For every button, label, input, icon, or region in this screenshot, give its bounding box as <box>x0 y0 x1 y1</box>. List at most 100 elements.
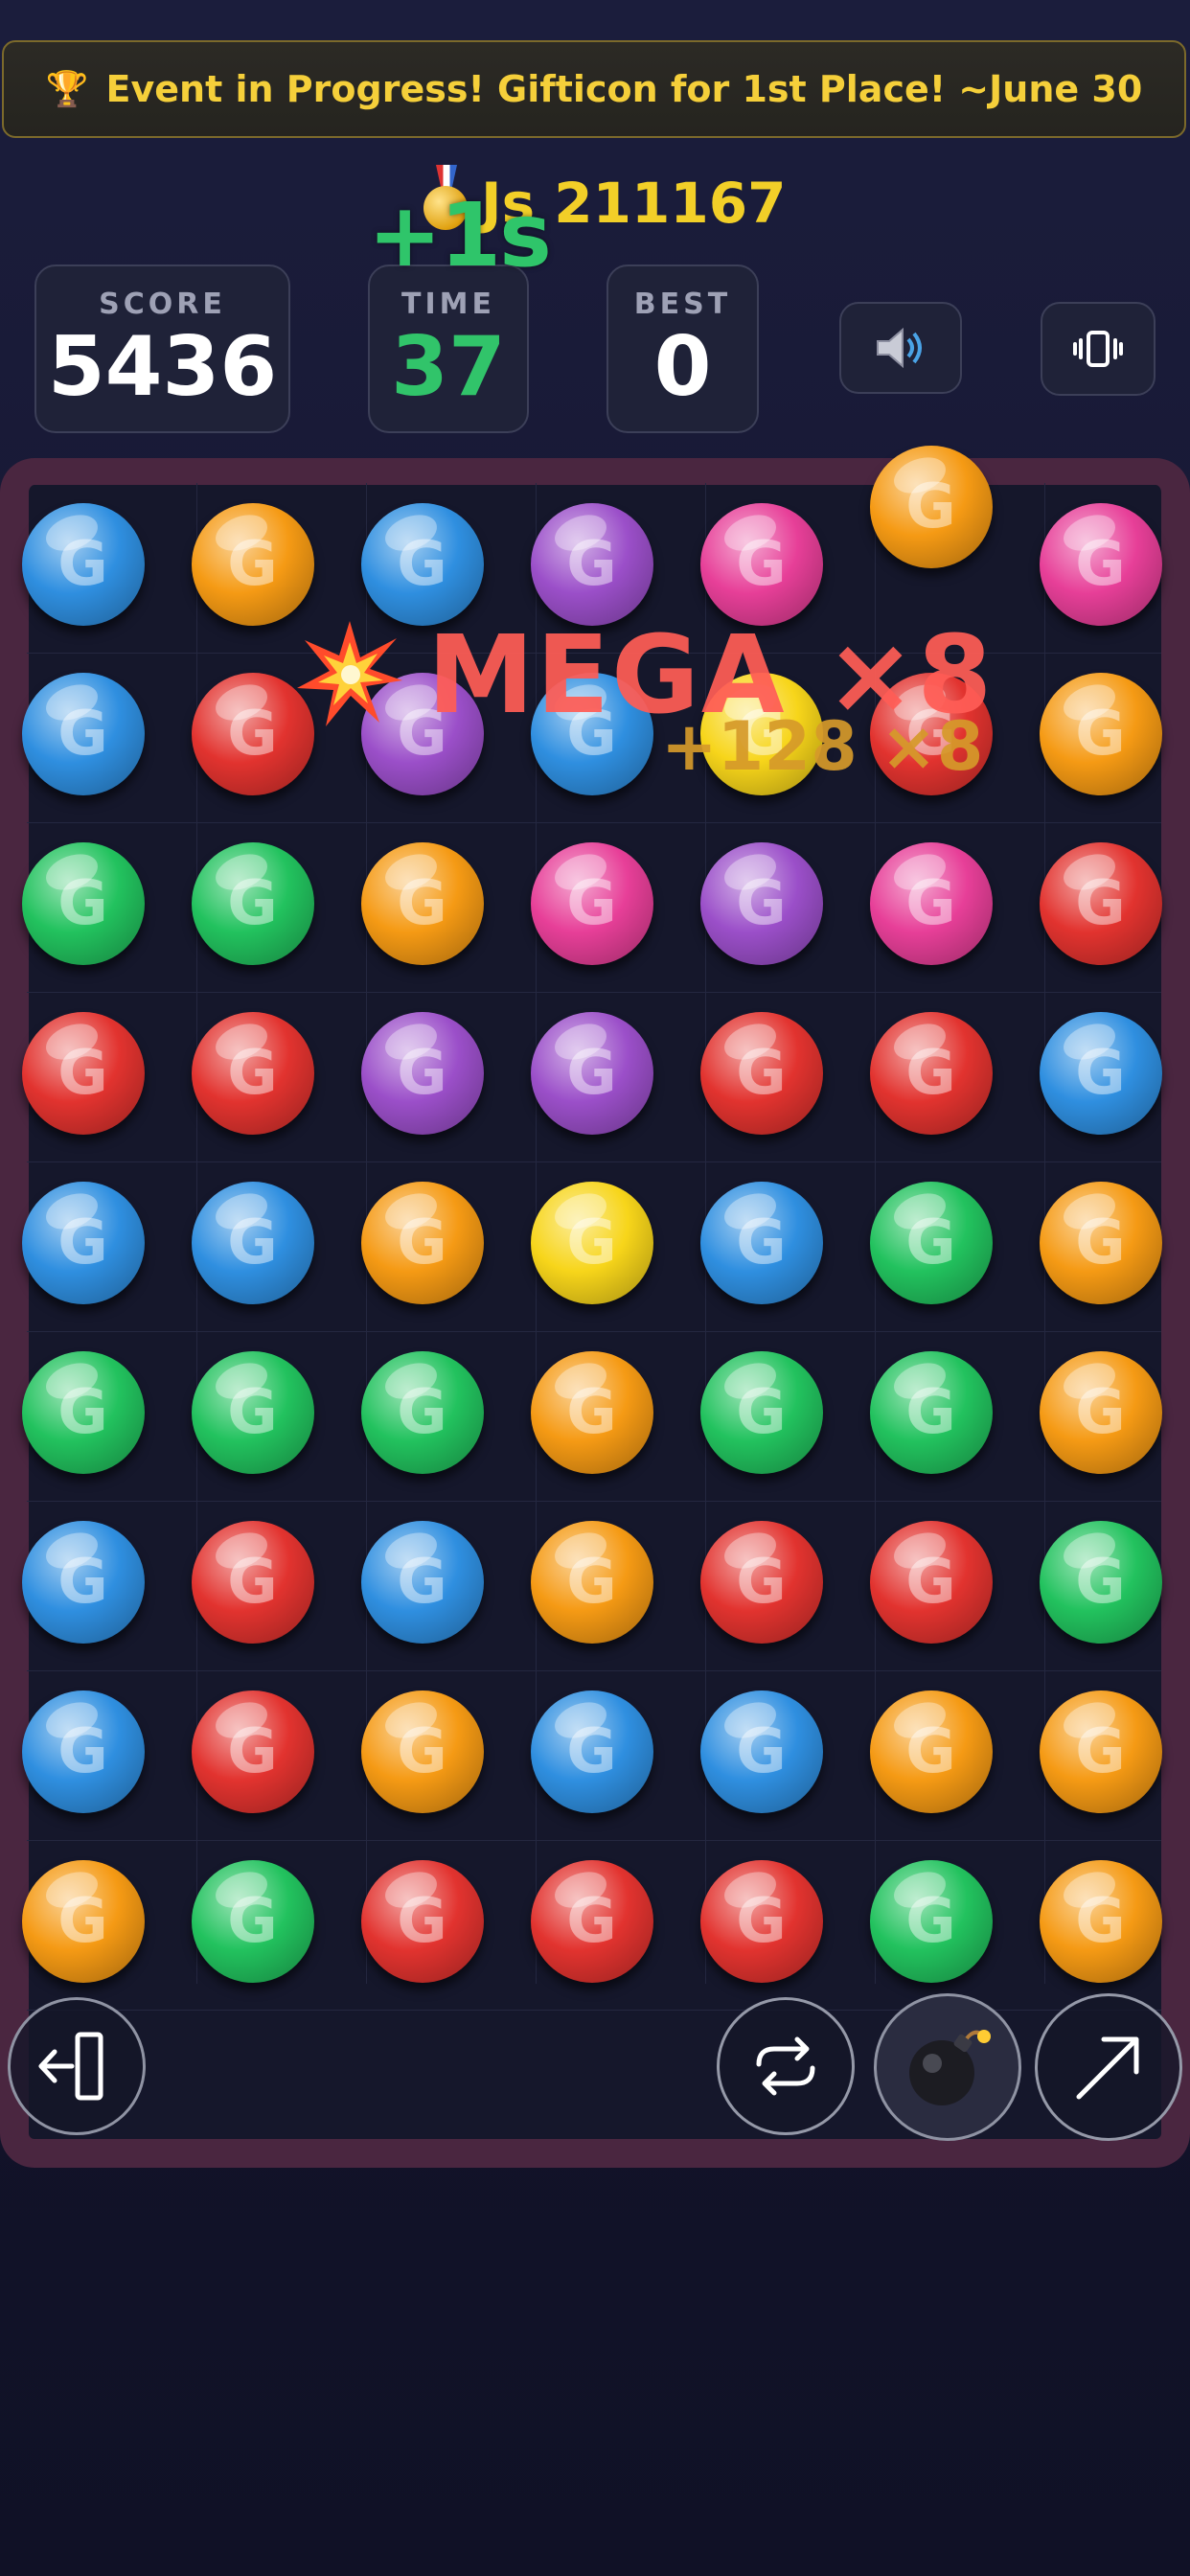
gem-blue[interactable]: G <box>360 1520 484 1644</box>
gem-red[interactable]: G <box>360 1859 484 1983</box>
gem-red[interactable]: G <box>21 1011 145 1135</box>
gem-symbol: G <box>227 1037 278 1109</box>
bomb-button[interactable] <box>874 1993 1021 2141</box>
gem-symbol: G <box>905 1546 956 1618</box>
gem-symbol: G <box>227 1207 278 1278</box>
gem-green[interactable]: G <box>21 841 145 965</box>
gem-green[interactable]: G <box>360 1350 484 1474</box>
gem-symbol: G <box>57 1715 108 1787</box>
gem-symbol: G <box>397 528 447 600</box>
gem-symbol: G <box>1075 1546 1126 1618</box>
gem-orange[interactable]: G <box>360 1181 484 1304</box>
best-value: 0 <box>653 319 712 415</box>
gem-blue[interactable]: G <box>360 502 484 626</box>
gem-blue[interactable]: G <box>21 672 145 795</box>
gem-symbol: G <box>736 1207 787 1278</box>
gem-red[interactable]: G <box>1039 841 1162 965</box>
gem-symbol: G <box>1075 1207 1126 1278</box>
gem-red[interactable]: G <box>191 1690 314 1813</box>
gem-red[interactable]: G <box>191 1011 314 1135</box>
gem-blue[interactable]: G <box>191 1181 314 1304</box>
grid-line <box>27 1670 1161 1671</box>
gem-green[interactable]: G <box>191 841 314 965</box>
gem-pink[interactable]: G <box>699 502 823 626</box>
sound-button[interactable] <box>839 302 962 394</box>
best-box: BEST 0 <box>606 264 759 433</box>
gem-symbol: G <box>566 1885 617 1957</box>
gem-orange[interactable]: G <box>1039 1181 1162 1304</box>
hint-button[interactable] <box>1035 1993 1182 2141</box>
gem-symbol: G <box>397 1885 447 1957</box>
gem-orange[interactable]: G <box>1039 1690 1162 1813</box>
gem-symbol: G <box>57 1885 108 1957</box>
gem-green[interactable]: G <box>869 1859 993 1983</box>
gem-orange[interactable]: G <box>21 1859 145 1983</box>
gem-orange[interactable]: G <box>1039 1350 1162 1474</box>
gem-pink[interactable]: G <box>1039 502 1162 626</box>
gem-yellow[interactable]: G <box>530 1181 653 1304</box>
gem-red[interactable]: G <box>699 1859 823 1983</box>
exit-button[interactable] <box>8 1997 146 2135</box>
speaker-icon <box>877 327 922 369</box>
gem-orange[interactable]: G <box>360 1690 484 1813</box>
gem-blue[interactable]: G <box>21 502 145 626</box>
gem-orange[interactable]: G <box>1039 1859 1162 1983</box>
gem-symbol: G <box>736 1885 787 1957</box>
gem-symbol: G <box>397 1376 447 1448</box>
gem-red[interactable]: G <box>869 1011 993 1135</box>
gem-green[interactable]: G <box>21 1350 145 1474</box>
gem-symbol: G <box>57 528 108 600</box>
gem-symbol: G <box>905 1207 956 1278</box>
gem-purple[interactable]: G <box>360 1011 484 1135</box>
gem-symbol: G <box>227 698 278 770</box>
gem-purple[interactable]: G <box>699 841 823 965</box>
grid-line <box>27 1501 1161 1502</box>
gem-blue[interactable]: G <box>699 1690 823 1813</box>
time-box: TIME 37 <box>368 264 529 433</box>
vibrate-button[interactable] <box>1041 302 1156 396</box>
gem-blue[interactable]: G <box>699 1181 823 1304</box>
gem-red[interactable]: G <box>869 1520 993 1644</box>
gem-orange[interactable]: G <box>869 445 993 568</box>
gem-purple[interactable]: G <box>530 1011 653 1135</box>
gem-pink[interactable]: G <box>530 841 653 965</box>
gem-red[interactable]: G <box>191 672 314 795</box>
gem-green[interactable]: G <box>1039 1520 1162 1644</box>
gem-green[interactable]: G <box>869 1181 993 1304</box>
gem-orange[interactable]: G <box>191 502 314 626</box>
gem-orange[interactable]: G <box>530 1520 653 1644</box>
gem-blue[interactable]: G <box>21 1181 145 1304</box>
gem-red[interactable]: G <box>530 1859 653 1983</box>
gem-orange[interactable]: G <box>869 1690 993 1813</box>
gem-red[interactable]: G <box>699 1520 823 1644</box>
grid-line <box>27 822 1161 823</box>
gem-symbol: G <box>566 1207 617 1278</box>
gem-symbol: G <box>1075 1715 1126 1787</box>
gem-symbol: G <box>57 1546 108 1618</box>
gem-pink[interactable]: G <box>869 841 993 965</box>
gem-orange[interactable]: G <box>1039 672 1162 795</box>
gem-blue[interactable]: G <box>530 1690 653 1813</box>
gem-symbol: G <box>1075 528 1126 600</box>
gem-red[interactable]: G <box>699 1011 823 1135</box>
gem-orange[interactable]: G <box>360 841 484 965</box>
gem-green[interactable]: G <box>191 1350 314 1474</box>
gem-blue[interactable]: G <box>21 1690 145 1813</box>
event-banner[interactable]: 🏆 Event in Progress! Gifticon for 1st Pl… <box>2 40 1186 138</box>
gem-green[interactable]: G <box>699 1350 823 1474</box>
gem-symbol: G <box>736 1546 787 1618</box>
shuffle-button[interactable] <box>717 1997 855 2135</box>
gem-green[interactable]: G <box>191 1859 314 1983</box>
gem-symbol: G <box>566 1376 617 1448</box>
trophy-icon: 🏆 <box>45 70 89 109</box>
gem-symbol: G <box>1075 698 1126 770</box>
time-value: 37 <box>391 319 506 415</box>
gem-blue[interactable]: G <box>21 1520 145 1644</box>
gem-purple[interactable]: G <box>530 502 653 626</box>
gem-blue[interactable]: G <box>1039 1011 1162 1135</box>
gem-green[interactable]: G <box>869 1350 993 1474</box>
gem-orange[interactable]: G <box>530 1350 653 1474</box>
gem-red[interactable]: G <box>191 1520 314 1644</box>
time-label: TIME <box>401 288 495 321</box>
gem-symbol: G <box>736 1376 787 1448</box>
